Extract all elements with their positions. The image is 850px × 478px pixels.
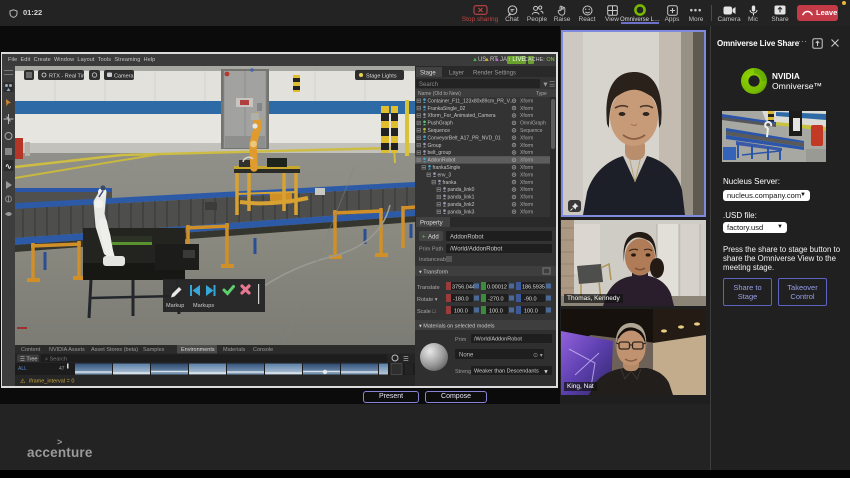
svg-text:Xform: Xform: [520, 150, 533, 156]
svg-text:iframe_interval = 0: iframe_interval = 0: [29, 379, 74, 385]
svg-text:ALL: ALL: [18, 366, 27, 372]
svg-text:Xform: Xform: [520, 113, 533, 119]
svg-text:186.5935: 186.5935: [522, 285, 545, 291]
svg-text:100.0: 100.0: [489, 309, 503, 315]
svg-text:Group: Group: [428, 143, 442, 149]
svg-text:100.0: 100.0: [524, 309, 538, 315]
svg-text:-90.0: -90.0: [524, 297, 537, 303]
svg-text:Asset Stores (beta): Asset Stores (beta): [91, 347, 138, 353]
svg-text:Markup: Markup: [166, 303, 184, 309]
svg-text:env_3: env_3: [438, 172, 452, 178]
svg-text:Environments: Environments: [181, 347, 215, 353]
svg-text:⌕ Search: ⌕ Search: [45, 357, 67, 363]
svg-text:panda_link1: panda_link1: [448, 195, 475, 201]
svg-text:Materials: Materials: [223, 347, 246, 353]
svg-text:100.0: 100.0: [454, 309, 468, 315]
svg-text:Weaker than Descendants: Weaker than Descendants: [474, 369, 539, 375]
svg-text:Content: Content: [21, 347, 41, 353]
svg-text:☰: ☰: [403, 356, 409, 363]
svg-text:3756.044: 3756.044: [452, 285, 475, 291]
svg-text:Sequence: Sequence: [520, 128, 543, 134]
svg-text:▾ Transform: ▾ Transform: [419, 270, 448, 276]
svg-text:Search: Search: [419, 82, 438, 88]
svg-text:-270.0: -270.0: [488, 297, 504, 303]
svg-text:Xform: Xform: [520, 209, 533, 215]
svg-text:AddonRobot: AddonRobot: [428, 158, 456, 164]
svg-text:OmniGraph: OmniGraph: [520, 121, 546, 127]
svg-text:AddonRobot: AddonRobot: [450, 235, 484, 241]
svg-text:Xform_For_Animated_Camera: Xform_For_Animated_Camera: [428, 113, 496, 119]
svg-text:Xform: Xform: [520, 202, 533, 208]
svg-text:▼: ▼: [542, 82, 549, 89]
svg-text:Markups: Markups: [193, 303, 214, 309]
svg-text:Container_F11_123x80x89cm_PR_V: Container_F11_123x80x89cm_PR_V...: [428, 98, 514, 104]
svg-text:☰: ☰: [549, 82, 555, 89]
svg-text:⚠: ⚠: [20, 378, 26, 385]
svg-text:0.00012: 0.00012: [487, 285, 507, 291]
svg-text:Instanceable: Instanceable: [419, 257, 450, 263]
svg-text:None: None: [459, 353, 474, 359]
svg-text:47: 47: [59, 366, 65, 372]
svg-text:NVIDIA: NVIDIA: [772, 72, 800, 81]
svg-text:Stage: Stage: [420, 71, 436, 77]
svg-text:Render Settings: Render Settings: [473, 71, 516, 77]
svg-text:Xform: Xform: [520, 172, 533, 178]
svg-text:⊙ ▾: ⊙ ▾: [533, 353, 543, 359]
svg-text:Rotate ▾: Rotate ▾: [417, 297, 438, 303]
svg-text:ConveyorBelt_A17_PR_NVD_01: ConveyorBelt_A17_PR_NVD_01: [428, 135, 501, 141]
svg-text:∿: ∿: [5, 162, 12, 171]
svg-text:Camera: Camera: [114, 73, 135, 79]
svg-text:/World/AddonRobot: /World/AddonRobot: [450, 247, 503, 253]
svg-text:NVIDIA Assets: NVIDIA Assets: [49, 347, 85, 353]
svg-text:Xform: Xform: [520, 135, 533, 141]
svg-text:Prim: Prim: [455, 337, 467, 343]
svg-text:Console: Console: [253, 347, 273, 353]
svg-text:Samples: Samples: [143, 347, 165, 353]
svg-text:Prim Path: Prim Path: [419, 247, 443, 253]
svg-text:Xform: Xform: [520, 98, 533, 104]
svg-text:FrankaSingle_02: FrankaSingle_02: [428, 106, 466, 112]
svg-text:Property: Property: [420, 221, 443, 227]
svg-text:☰ Tree: ☰ Tree: [20, 356, 37, 363]
svg-text:-180.0: -180.0: [453, 297, 469, 303]
svg-text:Xform: Xform: [520, 187, 533, 193]
svg-text:Xform: Xform: [520, 180, 533, 186]
svg-text:/World/AddonRobot: /World/AddonRobot: [474, 337, 522, 343]
svg-text:panda_link3: panda_link3: [448, 209, 475, 215]
svg-text:Omniverse™: Omniverse™: [772, 81, 822, 91]
svg-text:▼: ▼: [543, 370, 549, 376]
svg-text:frankaSingle: frankaSingle: [433, 165, 461, 171]
svg-text:panda_link0: panda_link0: [448, 187, 475, 193]
svg-text:+: +: [422, 235, 426, 241]
svg-text:belt_group: belt_group: [428, 150, 452, 156]
svg-text:Xform: Xform: [520, 106, 533, 112]
svg-text:Xform: Xform: [520, 143, 533, 149]
svg-text:franka: franka: [443, 180, 457, 186]
svg-text:Xform: Xform: [520, 165, 533, 171]
svg-text:Scale □: Scale □: [417, 309, 436, 315]
svg-text:Translate: Translate: [417, 285, 440, 291]
svg-text:Stage Lights: Stage Lights: [366, 73, 397, 79]
svg-text:Xform: Xform: [520, 158, 533, 164]
svg-text:PushGraph: PushGraph: [428, 121, 454, 127]
svg-text:▾ Materials on selected models: ▾ Materials on selected models: [419, 324, 495, 330]
svg-text:Xform: Xform: [520, 195, 533, 201]
svg-text:RTX - Real Time: RTX - Real Time: [49, 73, 90, 79]
svg-text:Sequence: Sequence: [428, 128, 451, 134]
svg-text:Layer: Layer: [449, 71, 464, 77]
svg-text:panda_link2: panda_link2: [448, 202, 475, 208]
svg-text:Add: Add: [428, 235, 439, 241]
